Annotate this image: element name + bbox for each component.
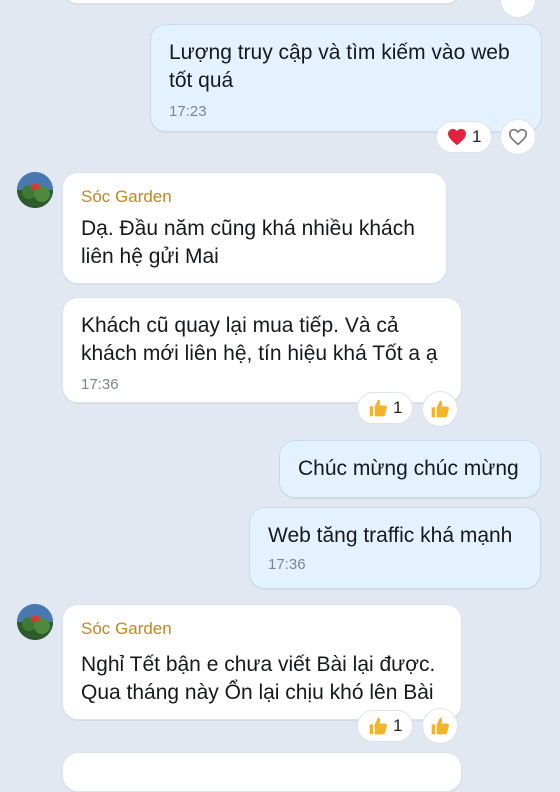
message-text: Lượng truy cập và tìm kiếm vào web tốt q… <box>169 41 510 92</box>
react-button[interactable] <box>422 708 458 744</box>
reaction-count: 1 <box>393 716 403 735</box>
thumbs-up-icon <box>368 716 388 736</box>
message-bubble-outgoing[interactable]: Lượng truy cập và tìm kiếm vào web tốt q… <box>150 24 542 132</box>
message-bubble-incoming[interactable]: Sóc Garden Dạ. Đầu năm cũng khá nhiều kh… <box>62 172 447 284</box>
heart-icon <box>447 128 467 146</box>
sender-name: Sóc Garden <box>81 187 172 206</box>
react-button[interactable] <box>422 391 458 427</box>
message-bubble-outgoing[interactable]: Chúc mừng chúc mừng <box>279 440 541 498</box>
message-bubble-incoming[interactable]: Sóc Garden Nghỉ Tết bận e chưa viết Bài … <box>62 604 462 720</box>
message-timestamp: 17:36 <box>268 556 306 573</box>
sender-name: Sóc Garden <box>81 619 172 638</box>
thumbs-up-icon <box>430 399 450 419</box>
reaction-count: 1 <box>393 398 403 417</box>
heart-outline-icon <box>508 128 528 146</box>
message-text: Nghỉ Tết bận e chưa viết Bài lại được. Q… <box>81 653 436 704</box>
reaction-thumbs-up-count[interactable]: 1 <box>357 710 414 742</box>
message-timestamp: 17:36 <box>81 376 119 393</box>
reaction-thumbs-up-count[interactable]: 1 <box>357 392 414 424</box>
thumbs-up-icon <box>430 716 450 736</box>
avatar[interactable] <box>17 604 53 640</box>
reaction-button-partial[interactable] <box>500 0 536 18</box>
react-button[interactable] <box>500 119 536 155</box>
message-bubble-outgoing[interactable]: Web tăng traffic khá mạnh 17:36 <box>249 507 541 589</box>
message-bubble-partial-top[interactable] <box>62 0 462 4</box>
message-text: Dạ. Đầu năm cũng khá nhiều khách liên hệ… <box>81 217 415 268</box>
reaction-heart-count[interactable]: 1 <box>436 121 493 153</box>
avatar-image <box>17 172 53 208</box>
message-bubble-incoming[interactable]: Khách cũ quay lại mua tiếp. Và cả khách … <box>62 297 462 403</box>
message-timestamp: 17:23 <box>169 103 207 120</box>
message-text: Chúc mừng chúc mừng <box>298 457 519 480</box>
avatar[interactable] <box>17 172 53 208</box>
thumbs-up-icon <box>368 398 388 418</box>
message-text: Web tăng traffic khá mạnh <box>268 524 513 547</box>
message-text: Khách cũ quay lại mua tiếp. Và cả khách … <box>81 314 438 365</box>
message-bubble-partial-bottom[interactable] <box>62 752 462 792</box>
avatar-image <box>17 604 53 640</box>
reaction-count: 1 <box>472 127 482 146</box>
